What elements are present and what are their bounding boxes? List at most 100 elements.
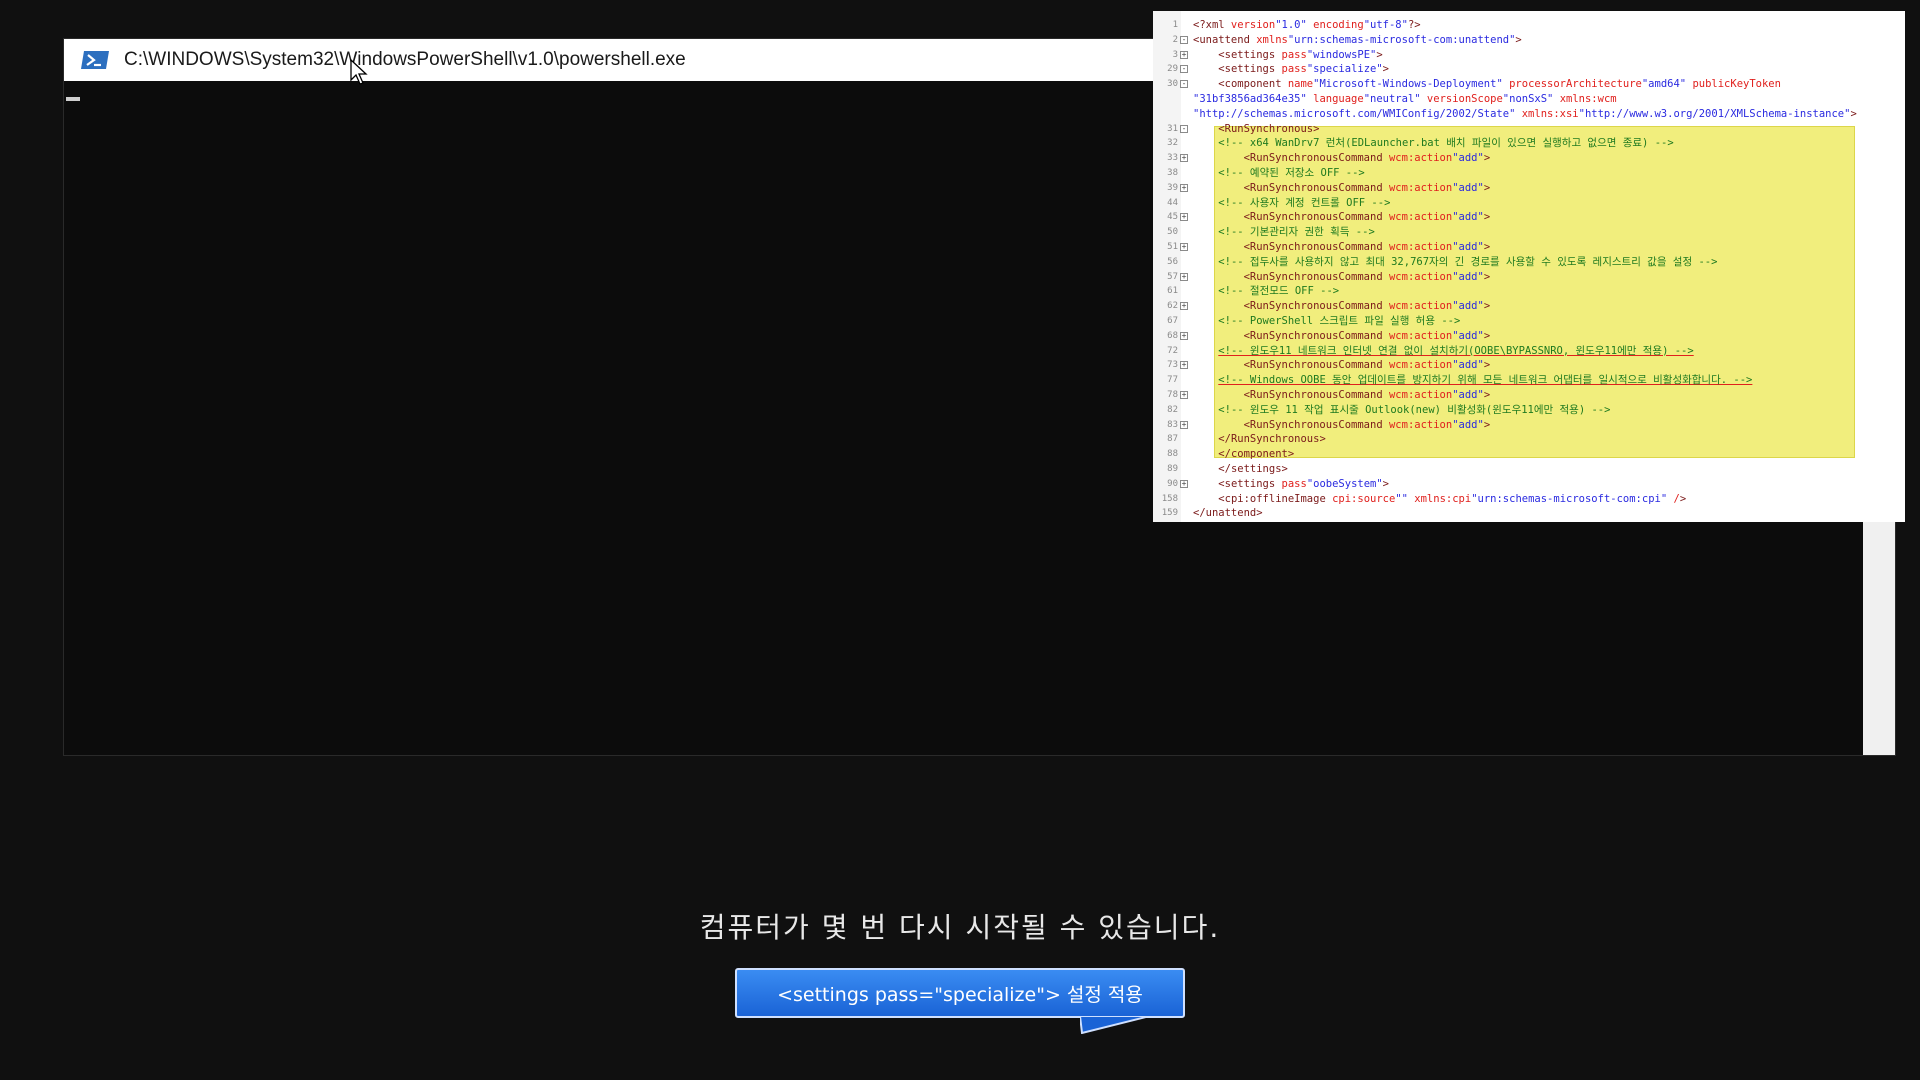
collapse-icon[interactable]: - [1180, 80, 1188, 89]
code-text: <RunSynchronousCommand wcm:action"add"> [1243, 389, 1491, 401]
code-text: <!-- PowerShell 스크립트 파일 실행 허용 --> [1218, 315, 1461, 327]
line-number: 89 [1167, 464, 1178, 474]
xml-line: 82 <!-- 윈도우 11 작업 표시줄 Outlook(new) 비활성화(… [1153, 403, 1905, 418]
line-number: 82 [1167, 404, 1178, 415]
xml-line: 78 + <RunSynchronousCommand wcm:action"ad… [1153, 388, 1905, 403]
expand-icon[interactable]: + [1180, 420, 1188, 429]
mouse-pointer-icon [350, 59, 368, 85]
xml-line: 2- <unattend xmlns"urn:schemas-microsoft-… [1153, 33, 1905, 48]
xml-line: 88 </component> [1153, 447, 1905, 462]
xml-line: 39 + <RunSynchronousCommand wcm:action"ad… [1153, 181, 1905, 196]
code-text: <unattend xmlns"urn:schemas-microsoft-co… [1193, 33, 1522, 46]
code-text: <RunSynchronousCommand wcm:action"add"> [1243, 359, 1491, 372]
xml-line: 67 <!-- PowerShell 스크립트 파일 실행 허용 --> [1153, 314, 1905, 329]
line-number: 77 [1167, 375, 1178, 386]
line-number: 57 [1167, 271, 1178, 282]
powershell-window-title: C:\WINDOWS\System32\WindowsPowerShell\v1… [124, 49, 686, 70]
expand-icon[interactable]: + [1180, 302, 1188, 311]
xml-line: 32 <!-- x64 WanDrv7 런처(EDLauncher.bat 배치… [1153, 136, 1905, 151]
code-text: <?xml version"1.0" encoding"utf-8"?> [1193, 19, 1421, 31]
expand-icon[interactable]: + [1180, 361, 1188, 370]
xml-line: 3 + <settings pass"windowsPE"> [1153, 48, 1905, 63]
line-number: 1 [1172, 20, 1178, 30]
line-number: 45 [1167, 212, 1178, 223]
line-number: 61 [1167, 286, 1178, 297]
xml-line: "http://schemas.microsoft.com/WMIConfig/… [1153, 107, 1905, 122]
xml-line: 45 + <RunSynchronousCommand wcm:action"ad… [1153, 210, 1905, 225]
code-text: <!-- 예약된 저장소 OFF --> [1218, 167, 1365, 179]
line-number: 38 [1167, 168, 1178, 178]
line-number: 67 [1167, 316, 1178, 326]
expand-icon[interactable]: + [1180, 50, 1188, 59]
code-text: <!-- 윈도우11 네트워크 인터넷 연결 없이 설치하기(OOBE\BYPA… [1218, 344, 1694, 357]
line-number: 3 [1172, 49, 1178, 60]
code-text: <!-- 접두사를 사용하지 않고 최대 32,767자의 긴 경로를 사용할 … [1218, 255, 1718, 268]
expand-icon[interactable]: + [1180, 183, 1188, 192]
xml-line: 90 + <settings pass"oobeSystem"> [1153, 477, 1905, 492]
collapse-icon[interactable]: - [1180, 65, 1188, 74]
line-number: 39 [1167, 182, 1178, 193]
line-number: 158 [1161, 493, 1178, 504]
code-text: "31bf3856ad364e35" language"neutral" ver… [1193, 93, 1617, 105]
expand-icon[interactable]: + [1180, 331, 1188, 340]
line-number: 78 [1167, 390, 1178, 400]
code-text: <RunSynchronousCommand wcm:action"add"> [1243, 270, 1491, 283]
code-text: <settings pass"specialize"> [1218, 63, 1389, 76]
xml-line: 29- <settings pass"specialize"> [1153, 62, 1905, 77]
line-number: 30 [1167, 79, 1178, 90]
line-number: 83 [1167, 419, 1178, 430]
code-text: <!-- 사용자 계정 컨트롤 OFF --> [1218, 196, 1391, 209]
xml-line: "31bf3856ad364e35" language"neutral" ver… [1153, 92, 1905, 107]
xml-line: 56 <!-- 접두사를 사용하지 않고 최대 32,767자의 긴 경로를 사… [1153, 255, 1905, 270]
code-text: <!-- 절전모드 OFF --> [1218, 285, 1340, 298]
line-number: 56 [1167, 256, 1178, 267]
code-text: <cpi:offlineImage cpi:source"" xmlns:cpi… [1218, 492, 1687, 505]
code-text: </unattend> [1193, 507, 1263, 520]
console-cursor [66, 97, 80, 101]
line-number: 62 [1167, 301, 1178, 312]
expand-icon[interactable]: + [1180, 154, 1188, 163]
expand-icon[interactable]: + [1180, 479, 1188, 488]
code-text: <RunSynchronousCommand wcm:action"add"> [1243, 241, 1491, 253]
xml-line: 1 <?xml version"1.0" encoding"utf-8"?> [1153, 18, 1905, 33]
xml-line: 72 <!-- 윈도우11 네트워크 인터넷 연결 없이 설치하기(OOBE\B… [1153, 344, 1905, 359]
line-number: 88 [1167, 449, 1178, 460]
code-text: <!-- 기본관리자 권한 획득 --> [1218, 226, 1375, 239]
xml-line: 159 </unattend> [1153, 506, 1905, 521]
code-text: <RunSynchronous> [1218, 122, 1320, 135]
xml-line: 89 </settings> [1153, 462, 1905, 477]
line-number: 73 [1167, 360, 1178, 371]
expand-icon[interactable]: + [1180, 243, 1188, 251]
code-text: <RunSynchronousCommand wcm:action"add"> [1243, 211, 1491, 224]
code-text: "http://schemas.microsoft.com/WMIConfig/… [1193, 107, 1857, 120]
line-number: 159 [1161, 508, 1178, 519]
restart-notice: 컴퓨터가 몇 번 다시 시작될 수 있습니다. [699, 911, 1221, 944]
line-number: 2 [1172, 34, 1178, 45]
xml-line: 30- <component name"Microsoft-Windows-De… [1153, 77, 1905, 92]
xml-line: 158 <cpi:offlineImage cpi:source"" xmlns… [1153, 492, 1905, 507]
expand-icon[interactable]: + [1180, 213, 1188, 222]
code-text: <!-- x64 WanDrv7 런처(EDLauncher.bat 배치 파일… [1218, 137, 1674, 150]
xml-line: 33 + <RunSynchronousCommand wcm:action"ad… [1153, 151, 1905, 166]
line-number: 33 [1167, 153, 1178, 164]
code-text: <!-- Windows OOBE 동안 업데이트를 방지하기 위해 모든 네트… [1218, 374, 1753, 387]
code-text: <settings pass"windowsPE"> [1218, 48, 1383, 61]
collapse-icon[interactable]: - [1180, 35, 1188, 44]
xml-line: 73 + <RunSynchronousCommand wcm:action"ad… [1153, 358, 1905, 373]
line-number: 29 [1167, 64, 1178, 75]
expand-icon[interactable]: + [1180, 391, 1188, 399]
line-number: 90 [1167, 478, 1178, 489]
xml-line: 50 <!-- 기본관리자 권한 획득 --> [1153, 225, 1905, 240]
expand-icon[interactable]: + [1180, 272, 1188, 281]
line-number: 44 [1167, 197, 1178, 208]
collapse-icon[interactable]: - [1180, 124, 1188, 133]
callout-label: <settings pass="specialize"> 설정 적용 [777, 983, 1143, 1006]
code-text: <component name"Microsoft-Windows-Deploy… [1218, 78, 1781, 91]
xml-line: 77 <!-- Windows OOBE 동안 업데이트를 방지하기 위해 모든… [1153, 373, 1905, 388]
line-number: 50 [1167, 227, 1178, 238]
code-text: <RunSynchronousCommand wcm:action"add"> [1243, 181, 1491, 194]
xml-line: 68 + <RunSynchronousCommand wcm:action"ad… [1153, 329, 1905, 344]
xml-line: 83 + <RunSynchronousCommand wcm:action"ad… [1153, 418, 1905, 433]
powershell-icon [81, 51, 109, 69]
line-number: 51 [1167, 242, 1178, 252]
